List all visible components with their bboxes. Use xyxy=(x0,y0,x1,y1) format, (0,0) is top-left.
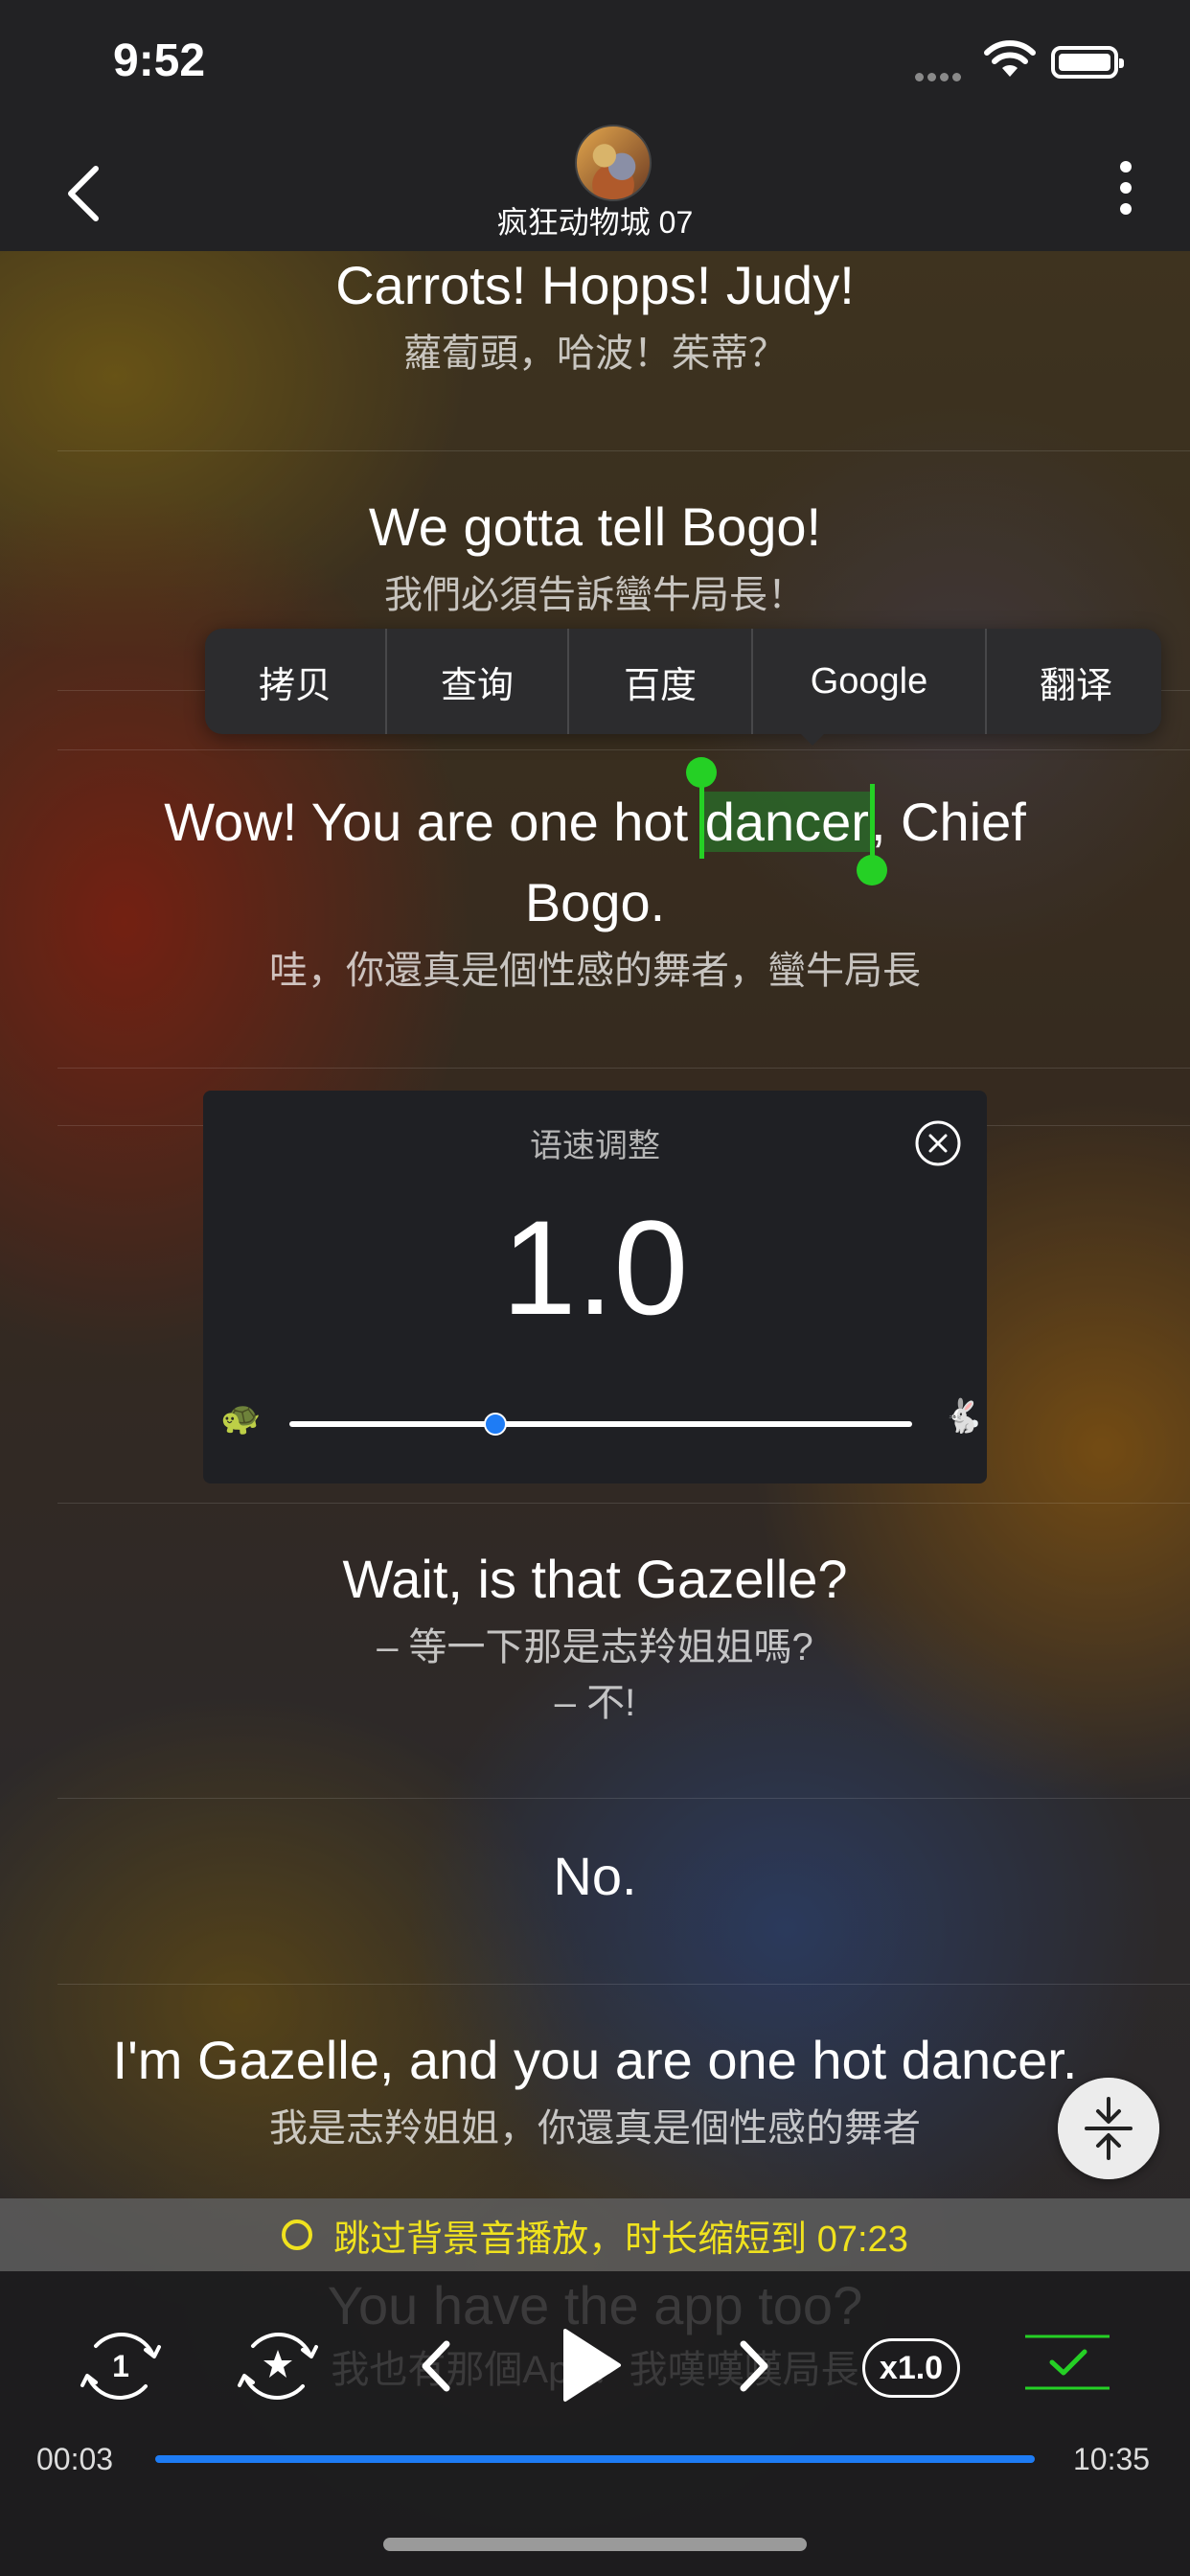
movie-avatar xyxy=(575,125,652,201)
battery-icon xyxy=(1051,46,1124,79)
progress-bar[interactable] xyxy=(155,2455,1035,2463)
play-button[interactable] xyxy=(558,2325,625,2405)
selected-word[interactable]: dancer xyxy=(685,757,887,886)
subtitle-chinese: 蘿蔔頭，哈波！茱蒂？ xyxy=(403,333,787,375)
divider xyxy=(57,1984,1190,1985)
playback-speed-button[interactable]: x1.0 xyxy=(862,2338,960,2398)
nav-bar: 疯狂动物城 07 xyxy=(0,125,1190,251)
player-bar: You have the app too? 我也有那個App？我嘆嘆嘆局長 1 … xyxy=(0,2271,1190,2576)
speed-panel-title: 语速调整 xyxy=(530,1128,660,1164)
menu-item-translate[interactable]: 翻译 xyxy=(987,629,1165,734)
divider xyxy=(57,1798,1190,1799)
subtitle-english-line2: Bogo. xyxy=(524,872,666,932)
subtitle-english: I'm Gazelle, and you are one hot dancer. xyxy=(112,2030,1078,2090)
speed-adjust-panel: 语速调整 1.0 🐢 🐇 xyxy=(203,1091,987,1484)
circle-icon xyxy=(282,2220,313,2250)
subtitle-item[interactable]: We gotta tell Bogo! 我們必須告訴蠻牛局長！ xyxy=(0,487,1190,623)
speed-value: 1.0 xyxy=(501,1192,689,1343)
subtitle-english: Wait, is that Gazelle? xyxy=(342,1549,848,1609)
repeat-one-label: 1 xyxy=(112,2349,129,2383)
subtitle-item[interactable]: Carrots! Hopps! Judy! 蘿蔔頭，哈波！茱蒂？ xyxy=(0,245,1190,381)
subtitle-text-after: , Chief xyxy=(870,792,1026,852)
notice-text: 跳过背景音播放，时长缩短到 07:23 xyxy=(333,2219,908,2260)
selection-start-handle[interactable] xyxy=(685,757,717,859)
subtitle-chinese: – 等一下那是志羚姐姐嗎? xyxy=(377,1626,813,1668)
collapse-button[interactable] xyxy=(1058,2078,1159,2179)
subtitle-english: No. xyxy=(553,1846,637,1906)
menu-item-baidu[interactable]: 百度 xyxy=(569,629,753,734)
speed-slider-thumb[interactable] xyxy=(483,1413,507,1436)
subtitle-chinese: 哇，你還真是個性感的舞者，蠻牛局長 xyxy=(269,950,921,992)
more-options-button[interactable] xyxy=(1111,161,1140,222)
turtle-icon: 🐢 xyxy=(220,1400,262,1437)
menu-item-lookup[interactable]: 查询 xyxy=(387,629,569,734)
repeat-one-button[interactable]: 1 xyxy=(77,2321,165,2409)
divider xyxy=(57,1068,1190,1069)
status-bar: 9:52 xyxy=(0,0,1190,134)
home-indicator xyxy=(383,2538,807,2551)
subtitle-item-selected[interactable]: Wow! You are one hot dancer, Chief Bogo.… xyxy=(0,757,1190,999)
repeat-starred-button[interactable] xyxy=(234,2321,322,2409)
subtitle-item[interactable]: I'm Gazelle, and you are one hot dancer.… xyxy=(0,2020,1190,2156)
previous-button[interactable] xyxy=(410,2334,464,2398)
subtitle-english: Carrots! Hopps! Judy! xyxy=(335,255,855,315)
page-title: 疯狂动物城 07 xyxy=(496,205,694,240)
text-context-menu: 拷贝 查询 百度 Google 翻译 xyxy=(205,629,1161,734)
selection-end-handle[interactable] xyxy=(856,784,887,886)
subtitle-item[interactable]: Wait, is that Gazelle? – 等一下那是志羚姐姐嗎? – 不… xyxy=(0,1539,1190,1731)
signal-icon xyxy=(915,69,965,86)
back-button[interactable] xyxy=(50,155,126,232)
menu-item-google[interactable]: Google xyxy=(753,629,987,734)
current-time: 00:03 xyxy=(36,2442,114,2476)
wifi-icon xyxy=(984,40,1036,77)
total-time: 10:35 xyxy=(1073,2442,1151,2476)
subtitle-mode-check-icon[interactable] xyxy=(1023,2334,1111,2392)
close-icon[interactable] xyxy=(914,1119,962,1167)
divider xyxy=(57,1503,1190,1504)
menu-pointer xyxy=(797,730,828,746)
selected-word-text: dancer xyxy=(702,792,871,852)
rabbit-icon: 🐇 xyxy=(943,1398,984,1435)
divider xyxy=(57,450,1190,451)
divider xyxy=(57,749,1190,750)
skip-notice-banner[interactable]: 跳过背景音播放，时长缩短到 07:23 xyxy=(0,2198,1190,2271)
subtitle-chinese-line2: – 不! xyxy=(554,1682,636,1724)
subtitle-chinese: 我是志羚姐姐，你還真是個性感的舞者 xyxy=(269,2107,921,2150)
next-button[interactable] xyxy=(726,2334,780,2398)
subtitle-english: We gotta tell Bogo! xyxy=(368,496,822,557)
menu-item-copy[interactable]: 拷贝 xyxy=(205,629,387,734)
subtitle-text-before: Wow! You are one hot xyxy=(164,792,703,852)
speed-slider-track[interactable] xyxy=(289,1421,912,1427)
status-time: 9:52 xyxy=(113,35,206,86)
subtitle-chinese: 我們必須告訴蠻牛局長！ xyxy=(384,574,806,616)
subtitle-english[interactable]: Wow! You are one hot dancer, Chief xyxy=(0,757,1190,886)
subtitle-item[interactable]: No. xyxy=(0,1836,1190,1917)
